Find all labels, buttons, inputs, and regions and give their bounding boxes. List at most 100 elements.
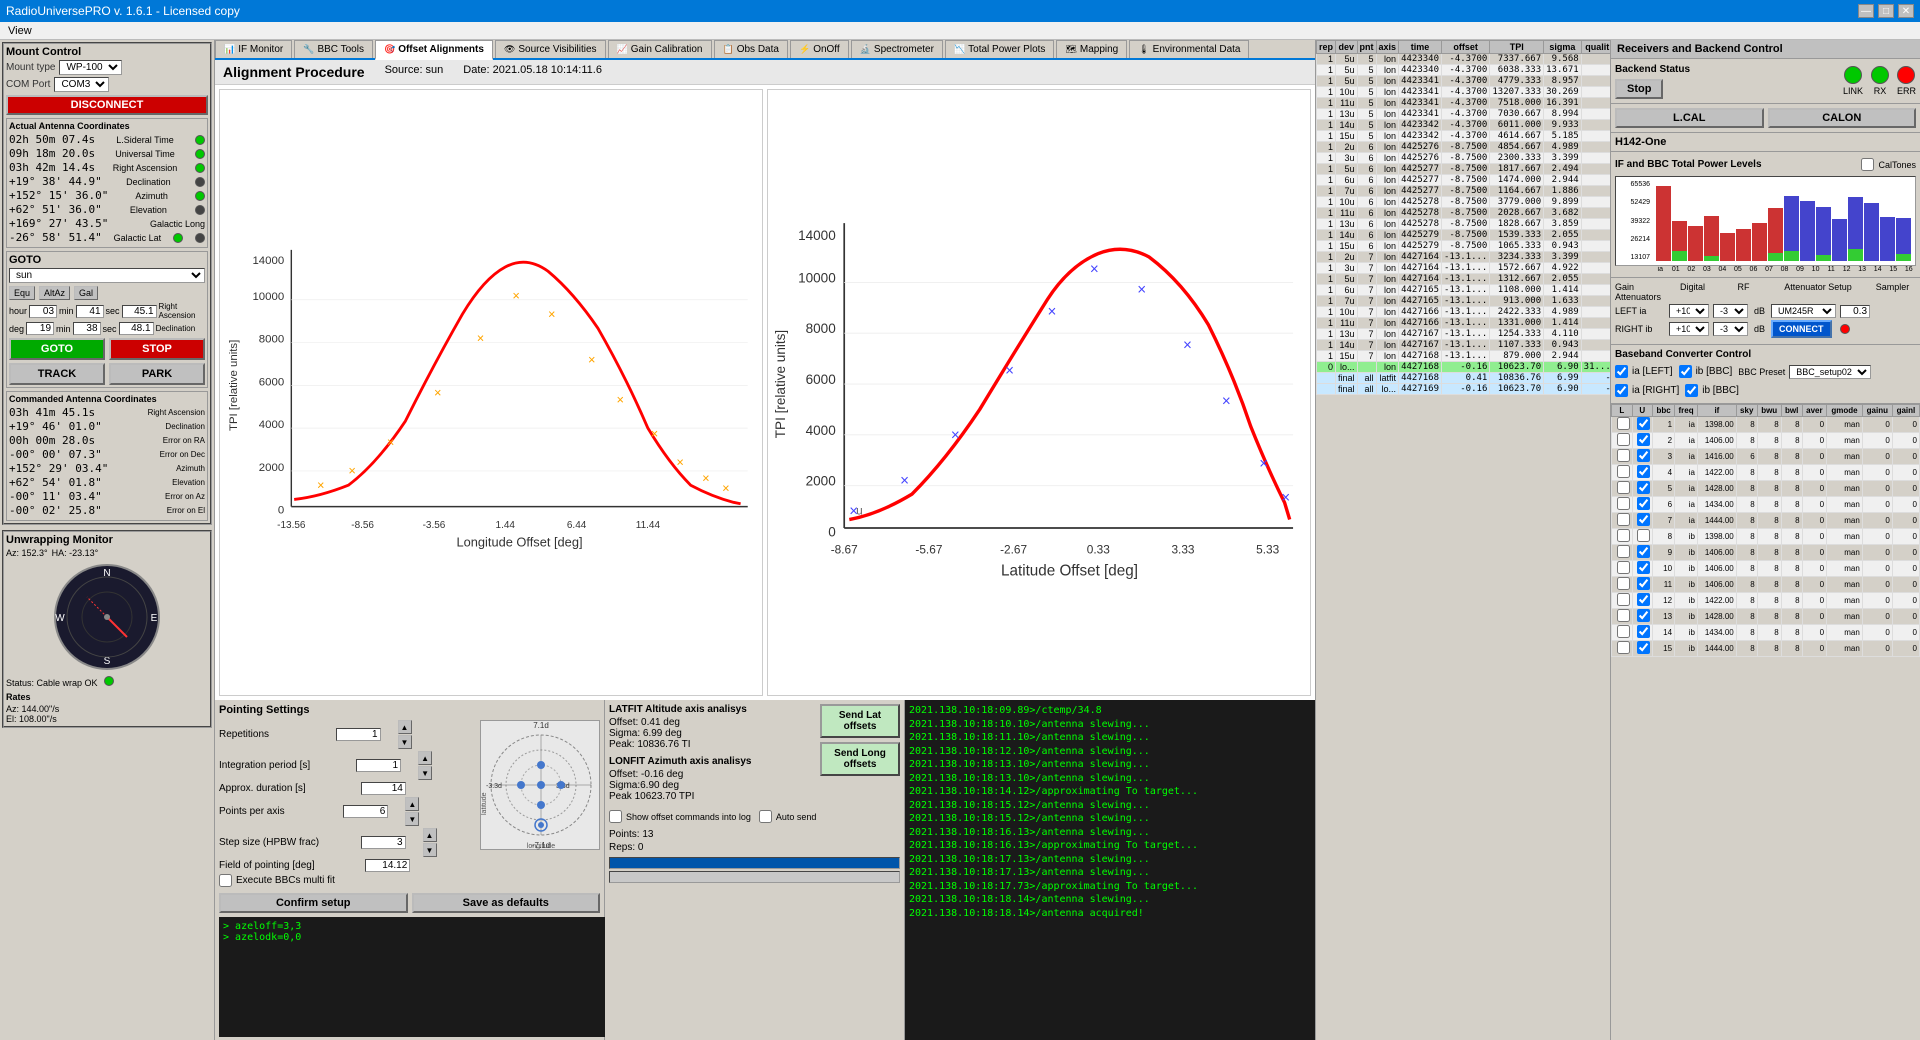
auto-send-checkbox[interactable] (759, 810, 772, 823)
left-setup-select[interactable]: UM245R (1771, 304, 1836, 318)
bbc-preset-select[interactable]: BBC_setup02 (1789, 365, 1871, 379)
right-digital-select[interactable]: +10 (1669, 322, 1709, 336)
goto-source-select[interactable]: sun (9, 268, 205, 283)
table-cell: 1 (1317, 263, 1336, 274)
table-cell (1581, 109, 1610, 120)
stop-backend-button[interactable]: Stop (1615, 79, 1663, 99)
left-bbc-checkbox[interactable] (1679, 365, 1692, 378)
int-down-btn[interactable]: ▼ (418, 766, 432, 780)
ss-down-btn[interactable]: ▼ (423, 843, 437, 857)
right-asc-value: 03h 42m 14.4s (9, 161, 95, 174)
fop-input[interactable] (365, 859, 410, 872)
lcal-button[interactable]: L.CAL (1615, 108, 1764, 128)
send-lon-button[interactable]: Send Long offsets (820, 742, 900, 776)
table-cell: 1474.000 (1490, 175, 1544, 186)
tab-mapping[interactable]: 🗺 Mapping (1056, 40, 1127, 58)
right-bbc-checkbox[interactable] (1685, 384, 1698, 397)
deg-input[interactable] (26, 322, 54, 335)
confirm-setup-button[interactable]: Confirm setup (219, 893, 408, 913)
commanded-coords-section: Commanded Antenna Coordinates 03h 41m 45… (6, 391, 208, 521)
goto-button[interactable]: GOTO (9, 338, 105, 360)
hour-input[interactable] (29, 305, 57, 318)
tab-bbc-tools[interactable]: 🔧 BBC Tools (294, 40, 373, 58)
deg-min-input[interactable] (73, 322, 101, 335)
ss-up-btn[interactable]: ▲ (423, 828, 437, 842)
tab-spectrometer[interactable]: 🔬 Spectrometer (851, 40, 943, 58)
table-cell: 2u (1336, 252, 1358, 263)
left-sampler-input[interactable] (1840, 305, 1870, 318)
bbc-table-area[interactable]: L U bbc freq if sky bwu bwl aver gmode g… (1611, 404, 1920, 1040)
equ-button[interactable]: Equ (9, 286, 35, 300)
tab-offset-alignments[interactable]: 🎯 Offset Alignments (375, 40, 493, 60)
right-ia-checkbox[interactable] (1615, 384, 1628, 397)
park-button[interactable]: PARK (109, 363, 205, 385)
points-per-axis-input[interactable] (343, 805, 388, 818)
log-line: 2021.138.10:18:17.73>/approximating To t… (909, 880, 1311, 894)
sec-input[interactable] (122, 305, 157, 318)
ppa-down-btn[interactable]: ▼ (405, 812, 419, 826)
table-cell: 7 (1357, 340, 1376, 351)
tab-onoff[interactable]: ⚡ OnOff (790, 40, 849, 58)
integration-input[interactable] (356, 759, 401, 772)
tab-environmental-data[interactable]: 🌡 Environmental Data (1129, 40, 1249, 58)
cal-tones-checkbox[interactable] (1861, 158, 1874, 171)
disconnect-button[interactable]: DISCONNECT (6, 95, 208, 115)
tab-gain-calibration[interactable]: 📈 Gain Calibration (608, 40, 712, 58)
table-cell: 1164.667 (1490, 186, 1544, 197)
altaz-button[interactable]: AltAz (39, 286, 70, 300)
menu-view[interactable]: View (4, 25, 36, 37)
log-line: 2021.138.10:18:15.12>/antenna slewing... (909, 812, 1311, 826)
right-rf-select[interactable]: -3 (1713, 322, 1748, 336)
show-offset-checkbox[interactable] (609, 810, 622, 823)
table-cell: -8.7500 (1442, 186, 1490, 197)
table-cell: 15u (1336, 131, 1358, 142)
left-rf-select[interactable]: -3 (1713, 304, 1748, 318)
approx-dur-input[interactable] (361, 782, 406, 795)
execute-bbc-checkbox[interactable] (219, 874, 232, 887)
ha-display: HA: -23.13° (52, 548, 99, 558)
tab-if-monitor[interactable]: 📊 IF Monitor (215, 40, 292, 58)
rep-up-btn[interactable]: ▲ (398, 720, 412, 734)
table-cell: 7 (1357, 285, 1376, 296)
calon-button[interactable]: CALON (1768, 108, 1917, 128)
save-defaults-button[interactable]: Save as defaults (412, 893, 601, 913)
table-cell: 10u (1336, 307, 1358, 318)
table-cell (1581, 241, 1610, 252)
track-button[interactable]: TRACK (9, 363, 105, 385)
fop-row: Field of pointing [deg] (219, 859, 476, 872)
svg-text:11.44: 11.44 (636, 520, 661, 531)
com-port-select[interactable]: COM3 (54, 77, 109, 92)
plot-area: 0 2000 4000 6000 8000 10000 14000 (215, 85, 1315, 700)
tab-total-power-plots[interactable]: 📉 Total Power Plots (945, 40, 1054, 58)
receivers-title: Receivers and Backend Control (1611, 40, 1920, 59)
close-button[interactable]: ✕ (1898, 4, 1914, 18)
minimize-button[interactable]: — (1858, 4, 1874, 18)
send-lat-button[interactable]: Send Lat offsets (820, 704, 900, 738)
left-ia-checkbox[interactable] (1615, 365, 1628, 378)
repetitions-input[interactable] (336, 728, 381, 741)
table-scroll[interactable]: rep dev pnt axis time offset TPI sigma q… (1316, 40, 1610, 1040)
gal-button[interactable]: Gal (74, 286, 98, 300)
mount-type-select[interactable]: WP-100 (59, 60, 122, 75)
source-visibilities-icon: 👁 (504, 44, 515, 55)
svg-text:×: × (900, 473, 909, 490)
rep-down-btn[interactable]: ▼ (398, 735, 412, 749)
left-digital-select[interactable]: +10 (1669, 304, 1709, 318)
int-up-btn[interactable]: ▲ (418, 751, 432, 765)
bar-13 (1864, 203, 1879, 261)
com-port-label: COM Port (6, 79, 50, 90)
min-input[interactable] (76, 305, 104, 318)
deg-sec-input[interactable] (119, 322, 154, 335)
table-cell: 1817.667 (1490, 164, 1544, 175)
step-size-input[interactable] (361, 836, 406, 849)
table-cell (1581, 263, 1610, 274)
maximize-button[interactable]: □ (1878, 4, 1894, 18)
tab-source-visibilities[interactable]: 👁 Source Visibilities (495, 40, 606, 58)
tab-obs-data[interactable]: 📋 Obs Data (714, 40, 788, 58)
connect-button[interactable]: CONNECT (1771, 320, 1832, 338)
ppa-up-btn[interactable]: ▲ (405, 797, 419, 811)
table-cell: 1 (1317, 208, 1336, 219)
x-10: 10 (1808, 266, 1823, 273)
stop-button[interactable]: STOP (109, 338, 205, 360)
connect-led (1840, 324, 1850, 334)
